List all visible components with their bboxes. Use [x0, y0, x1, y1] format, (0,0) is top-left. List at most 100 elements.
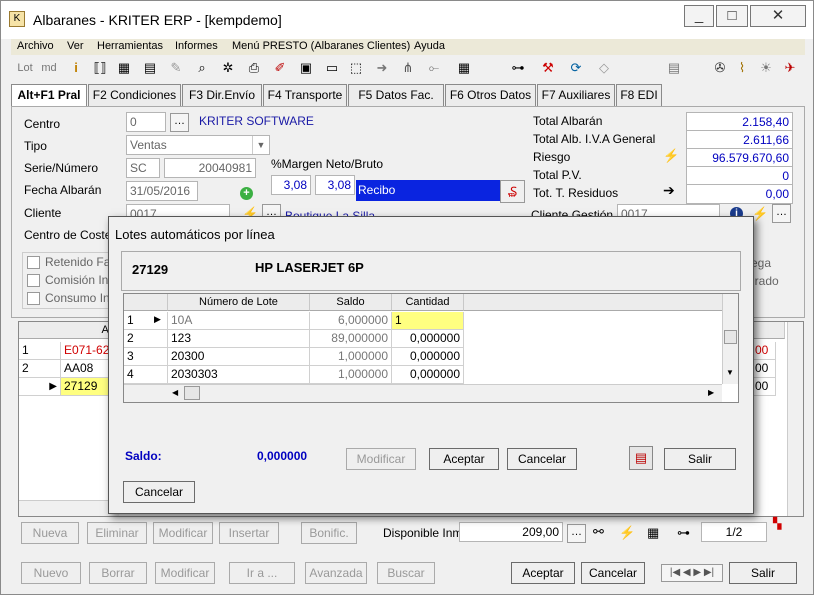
dialog-modificar-button[interactable]: Modificar: [346, 448, 416, 470]
ir-a-button[interactable]: Ir a ...: [229, 562, 295, 584]
serie-field[interactable]: SC: [126, 158, 160, 178]
menu-informes[interactable]: Informes: [175, 40, 218, 52]
dialog-salir-button[interactable]: Salir: [664, 448, 736, 470]
record-navigator[interactable]: |◀ ◀ ▶ ▶|: [661, 564, 723, 582]
gestion-search-button[interactable]: …: [772, 204, 791, 223]
aceptar-button[interactable]: Aceptar: [511, 562, 575, 584]
scroll-right-icon[interactable]: ▶: [708, 388, 714, 397]
cancelar-button[interactable]: Cancelar: [581, 562, 645, 584]
maximize-button[interactable]: □: [716, 5, 748, 27]
salir-button[interactable]: Salir: [729, 562, 797, 584]
centro-search-button[interactable]: …: [170, 113, 189, 132]
window-icon[interactable]: ▭: [323, 59, 341, 77]
disponible-search-button[interactable]: …: [567, 524, 586, 543]
buscar-button[interactable]: Buscar: [377, 562, 435, 584]
centro-field[interactable]: 0: [126, 112, 166, 132]
add-date-icon[interactable]: +: [240, 187, 253, 200]
margen-bruto-field[interactable]: 3,08: [315, 175, 355, 195]
form-icon[interactable]: ▣: [297, 59, 315, 77]
margen-neto-field[interactable]: 3,08: [271, 175, 311, 195]
tab-pral[interactable]: Alt+F1 Pral: [11, 84, 87, 107]
scroll-left-icon[interactable]: ◀: [172, 388, 178, 397]
menu-herramientas[interactable]: Herramientas: [97, 40, 163, 52]
tipo-select[interactable]: Ventas: [126, 135, 270, 155]
bottom-lightning-icon[interactable]: ⚡: [619, 525, 635, 541]
info-icon[interactable]: i: [67, 59, 85, 77]
calculator-icon[interactable]: ▦: [455, 59, 473, 77]
calendar-icon[interactable]: ▤: [629, 446, 653, 470]
tree-icon[interactable]: ⋔: [399, 59, 417, 77]
tab-condiciones[interactable]: F2 Condiciones: [88, 84, 181, 106]
table-icon[interactable]: ▤: [141, 59, 159, 77]
arrow-icon[interactable]: ➜: [373, 59, 391, 77]
hierarchy-view-icon[interactable]: ⊶: [677, 525, 690, 541]
binoculars-icon[interactable]: ⚯: [593, 524, 604, 540]
lines-scrollbar[interactable]: [787, 322, 803, 516]
moneybag-icon[interactable]: ₷: [500, 180, 525, 203]
lote-row-lote[interactable]: 20300: [168, 348, 310, 366]
eliminar-line-button[interactable]: Eliminar: [87, 522, 147, 544]
grid-icon[interactable]: ▦: [115, 59, 133, 77]
exit-icon[interactable]: ✈: [781, 59, 799, 77]
chevron-down-icon[interactable]: ▼: [252, 136, 269, 154]
lotes-hscroll-thumb[interactable]: [184, 386, 200, 400]
lote-row-cantidad[interactable]: 0,000000: [392, 348, 464, 366]
lote-row-cantidad[interactable]: 0,000000: [392, 366, 464, 384]
minimize-button[interactable]: _: [684, 5, 714, 27]
color-grid-icon[interactable]: ▚: [773, 517, 781, 530]
preview-icon[interactable]: ⌕: [193, 59, 211, 77]
pen-icon[interactable]: ✐: [271, 59, 289, 77]
numero-field[interactable]: 20040981: [164, 158, 256, 178]
table-view-icon[interactable]: ▦: [647, 525, 659, 541]
nueva-line-button[interactable]: Nueva: [21, 522, 79, 544]
md-button[interactable]: md: [39, 59, 59, 77]
consumo-checkbox[interactable]: [27, 292, 40, 305]
tab-auxiliares[interactable]: F7 Auxiliares: [537, 84, 615, 106]
select-icon[interactable]: ⬚: [347, 59, 365, 77]
bulb-icon[interactable]: ☀: [757, 59, 775, 77]
tab-otros-datos[interactable]: F6 Otros Datos: [445, 84, 536, 106]
modificar-button[interactable]: Modificar: [155, 562, 215, 584]
flow-icon[interactable]: ⟜: [425, 59, 443, 77]
nuevo-button[interactable]: Nuevo: [21, 562, 81, 584]
doc-icon[interactable]: ▤: [665, 59, 683, 77]
tab-transporte[interactable]: F4 Transporte: [263, 84, 347, 106]
tape-icon[interactable]: ✇: [711, 59, 729, 77]
sparkle-icon[interactable]: ✲: [219, 59, 237, 77]
lotes-hscrollbar[interactable]: ◀ ▶: [124, 384, 722, 402]
lotes-vscrollbar[interactable]: ▼: [722, 294, 738, 384]
lotes-grid[interactable]: Número de Lote Saldo Cantidad 1 ▶ 10A 6,…: [123, 293, 739, 403]
modificar-line-button[interactable]: Modificar: [153, 522, 213, 544]
avanzada-button[interactable]: Avanzada: [305, 562, 367, 584]
dialog-aceptar-button[interactable]: Aceptar: [429, 448, 499, 470]
lote-row-lote[interactable]: 10A: [168, 312, 310, 330]
lote-row-lote[interactable]: 123: [168, 330, 310, 348]
brackets-icon[interactable]: ⟦⟧: [91, 59, 109, 77]
insertar-line-button[interactable]: Insertar: [219, 522, 279, 544]
scroll-down-icon[interactable]: ▼: [726, 368, 734, 377]
dialog-cancelar-button[interactable]: Cancelar: [507, 448, 577, 470]
clip-icon[interactable]: ⌇: [733, 59, 751, 77]
lote-row-lote[interactable]: 2030303: [168, 366, 310, 384]
tag-icon[interactable]: ◇: [595, 59, 613, 77]
retenido-checkbox[interactable]: [27, 256, 40, 269]
tab-edi[interactable]: F8 EDI: [616, 84, 662, 106]
hierarchy-icon[interactable]: ⊶: [509, 59, 527, 77]
tab-datos-fac[interactable]: F5 Datos Fac.: [348, 84, 444, 106]
menu-ayuda[interactable]: Ayuda: [414, 40, 445, 52]
close-button[interactable]: ✕: [750, 5, 806, 27]
bonific-button[interactable]: Bonific.: [301, 522, 357, 544]
menu-presto[interactable]: Menú PRESTO (Albaranes Clientes): [232, 40, 410, 52]
menu-archivo[interactable]: Archivo: [17, 40, 54, 52]
borrar-button[interactable]: Borrar: [89, 562, 147, 584]
lotes-vscroll-thumb[interactable]: [724, 330, 737, 344]
riesgo-lightning-icon[interactable]: ⚡: [663, 148, 679, 164]
eraser-icon[interactable]: ✎: [167, 59, 185, 77]
lote-row-cantidad-active[interactable]: 1: [392, 312, 464, 330]
dialog-cancelar-bottom-button[interactable]: Cancelar: [123, 481, 195, 503]
lot-button[interactable]: Lot: [15, 59, 35, 77]
tab-dir-envio[interactable]: F3 Dir.Envío: [182, 84, 262, 106]
fecha-field[interactable]: 31/05/2016: [126, 181, 198, 201]
comision-checkbox[interactable]: [27, 274, 40, 287]
lines-hscrollbar[interactable]: [19, 500, 119, 516]
